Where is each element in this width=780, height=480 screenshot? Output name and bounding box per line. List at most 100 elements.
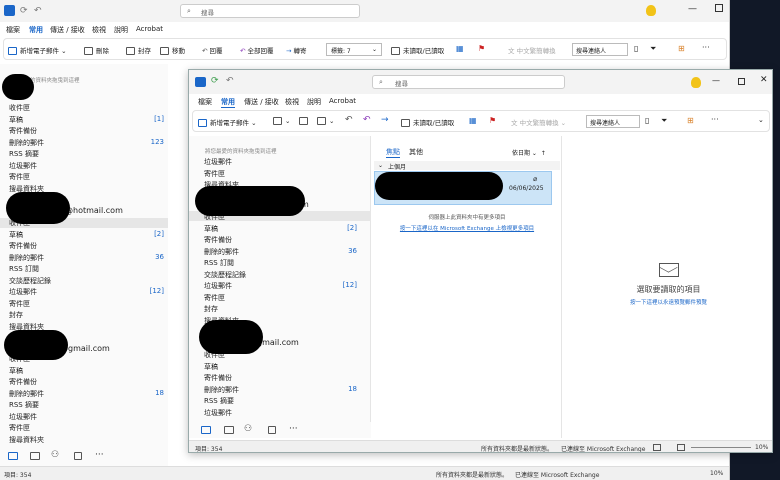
bg-search-people-input[interactable]: 搜尋連絡人 <box>572 43 628 56</box>
fg-forward-icon[interactable]: → <box>381 115 389 125</box>
tasks-nav-icon[interactable] <box>74 452 82 460</box>
bg-account1-label[interactable]: @hotmail.com <box>65 206 123 215</box>
bg-tag-dropdown[interactable]: 標籤: 7 ⌄ <box>326 43 382 56</box>
menu-file[interactable]: 檔案 <box>198 97 212 107</box>
bg-move-button[interactable]: 移動 <box>160 45 185 55</box>
menu-send-receive[interactable]: 傳送 / 接收 <box>244 97 279 107</box>
fg-categorize-icon[interactable]: ▦ <box>469 116 477 125</box>
menu-acrobat[interactable]: Acrobat <box>329 97 356 105</box>
bg-reply-button[interactable]: ↶ 回覆 <box>202 45 223 55</box>
folder-item[interactable]: 草稿 <box>9 366 23 376</box>
folder-item[interactable]: 寄件匣 <box>9 172 30 182</box>
fg-reply-all-icon[interactable]: ↶ <box>363 115 371 125</box>
folder-item[interactable]: 刪除的郵件 <box>204 247 239 257</box>
folder-item[interactable]: 刪除的郵件 <box>9 138 44 148</box>
folder-item[interactable]: 封存 <box>204 304 218 314</box>
folder-item[interactable]: RSS 摘要 <box>9 149 39 159</box>
reading-pane-link[interactable]: 按一下這裡以永遠預覽郵件預覽 <box>563 298 772 306</box>
menu-view[interactable]: 檢視 <box>285 97 299 107</box>
folder-item[interactable]: 寄件匣 <box>204 169 225 179</box>
folder-item[interactable]: 寄件備份 <box>9 241 37 251</box>
bg-apps-icon[interactable]: ⊞ <box>678 44 685 53</box>
folder-item[interactable]: 草稿 <box>9 230 23 240</box>
sort-by-date-button[interactable]: 依日期 ⌄ ↑ <box>512 148 546 157</box>
folder-item[interactable]: 寄件匣 <box>9 423 30 433</box>
tasks-nav-icon[interactable] <box>268 426 276 434</box>
bg-filter-icon[interactable]: ⏷ <box>650 44 656 54</box>
bg-more-icon[interactable]: ··· <box>702 43 710 52</box>
close-icon[interactable]: ✕ <box>760 75 768 85</box>
folder-item[interactable]: RSS 摘要 <box>9 400 39 410</box>
bg-flag-icon[interactable]: ⚑ <box>478 44 485 53</box>
maximize-icon[interactable] <box>715 4 723 12</box>
folder-item[interactable]: 刪除的郵件 <box>9 389 44 399</box>
bg-delete-button[interactable]: 刪除 <box>84 45 109 55</box>
fg-unread-button[interactable]: 未讀取/已讀取 <box>401 117 454 127</box>
people-nav-icon[interactable]: ⚇ <box>244 424 252 434</box>
folder-item[interactable]: 寄件備份 <box>204 373 232 383</box>
folder-item[interactable]: 草稿 <box>204 224 218 234</box>
folder-item[interactable]: RSS 訂閱 <box>9 264 39 274</box>
fg-translate-button[interactable]: 文 中文繁簡轉換 ⌄ <box>511 117 566 127</box>
folder-item[interactable]: 寄件匣 <box>204 293 225 303</box>
sync-icon[interactable]: ⟳ <box>211 76 219 86</box>
folder-item[interactable]: 封存 <box>9 310 23 320</box>
folder-item[interactable]: 寄件備份 <box>9 126 37 136</box>
menu-help[interactable]: 說明 <box>114 25 128 35</box>
folder-item[interactable]: 垃圾郵件 <box>9 412 37 422</box>
fg-search-box[interactable]: ⌕ 搜尋 <box>372 75 565 89</box>
folder-item[interactable]: 刪除的郵件 <box>204 385 239 395</box>
folder-item[interactable]: 寄件備份 <box>204 235 232 245</box>
folder-item[interactable]: 交談歷程記錄 <box>204 270 246 280</box>
folder-item[interactable]: 交談歷程記錄 <box>9 276 51 286</box>
minimize-icon[interactable]: — <box>712 76 720 85</box>
menu-send-receive[interactable]: 傳送 / 接收 <box>50 25 85 35</box>
fg-ribbon-collapse-icon[interactable]: ⌄ <box>758 116 764 124</box>
fg-address-book-icon[interactable]: ▯ <box>645 116 649 125</box>
folder-item[interactable]: 垃圾郵件 <box>204 157 232 167</box>
fg-archive-button[interactable] <box>299 117 311 125</box>
fg-account2-label[interactable]: gmail.com <box>257 338 299 347</box>
folder-item[interactable]: 寄件匣 <box>9 299 30 309</box>
fg-move-button[interactable]: ⌄ <box>317 117 334 125</box>
menu-file[interactable]: 檔案 <box>6 25 20 35</box>
folder-item[interactable]: 寄件備份 <box>9 377 37 387</box>
bg-reply-all-button[interactable]: ↶ 全部回覆 <box>240 45 274 55</box>
folder-item[interactable]: 垃圾郵件 <box>204 408 232 418</box>
server-link[interactable]: 按一下這裡以在 Microsoft Exchange 上檢視更多項目 <box>372 224 562 232</box>
folder-item[interactable]: 收件匣 <box>9 103 30 113</box>
people-nav-icon[interactable]: ⚇ <box>51 450 59 460</box>
bg-search-box[interactable]: ⌕ 搜尋 <box>180 4 360 18</box>
mail-nav-icon[interactable] <box>8 452 18 460</box>
fg-apps-icon[interactable]: ⊞ <box>687 116 694 125</box>
bg-archive-button[interactable]: 封存 <box>126 45 151 55</box>
menu-help[interactable]: 說明 <box>307 97 321 107</box>
maximize-icon[interactable] <box>738 78 745 85</box>
other-tab[interactable]: 其他 <box>409 147 423 157</box>
more-apps-icon[interactable]: ··· <box>289 424 298 434</box>
copilot-duck-icon[interactable] <box>646 5 656 16</box>
bg-categorize-icon[interactable]: ▦ <box>456 44 464 53</box>
fg-filter-icon[interactable]: ⏷ <box>661 116 667 126</box>
bg-unread-button[interactable]: 未讀取/已讀取 <box>391 45 444 55</box>
menu-view[interactable]: 檢視 <box>92 25 106 35</box>
folder-item[interactable]: 搜尋資料夾 <box>9 435 44 445</box>
bg-forward-button[interactable]: → 轉寄 <box>286 45 307 55</box>
folder-item[interactable]: 垃圾郵件 <box>9 161 37 171</box>
folder-item[interactable]: 草稿 <box>204 362 218 372</box>
menu-home[interactable]: 常用 <box>221 97 235 108</box>
bg-translate-button[interactable]: 文 中文繁簡轉換 <box>508 45 556 55</box>
fg-search-people-input[interactable]: 搜尋連絡人 <box>586 115 640 128</box>
minimize-icon[interactable]: — <box>688 4 697 14</box>
zoom-slider[interactable] <box>691 447 751 448</box>
sync-icon[interactable]: ⟳ <box>20 6 28 16</box>
bg-address-book-icon[interactable]: ▯ <box>634 44 638 53</box>
mail-nav-icon[interactable] <box>201 426 211 434</box>
fg-reply-icon[interactable]: ↶ <box>345 115 353 125</box>
fg-more-icon[interactable]: ··· <box>711 115 719 124</box>
menu-home[interactable]: 常用 <box>29 25 43 35</box>
folder-item[interactable]: 草稿 <box>9 115 23 125</box>
folder-item[interactable]: 垃圾郵件 <box>9 287 37 297</box>
undo-icon[interactable]: ↶ <box>226 76 234 86</box>
folder-item[interactable]: RSS 訂閱 <box>204 258 234 268</box>
